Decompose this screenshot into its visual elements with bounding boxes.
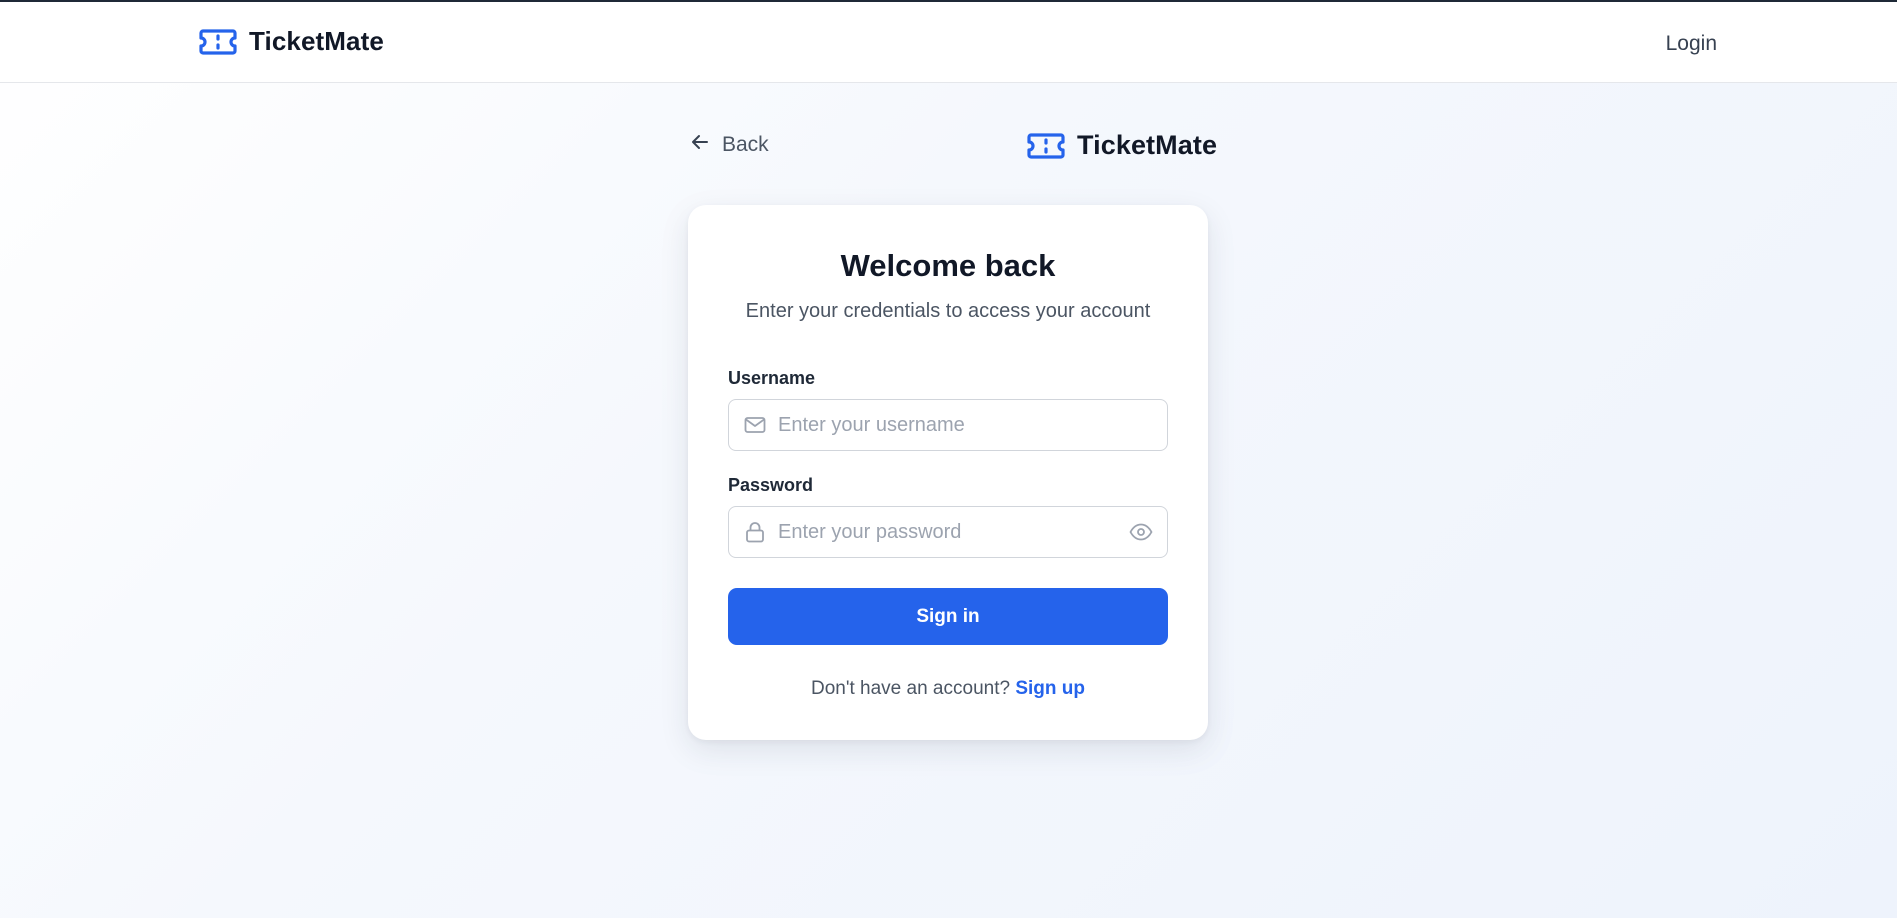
signup-prompt: Don't have an account? <box>811 678 1011 699</box>
top-navbar: TicketMate Login <box>0 2 1897 83</box>
back-label: Back <box>722 133 769 156</box>
password-label: Password <box>728 475 814 495</box>
brand-name: TicketMate <box>249 26 384 56</box>
arrow-left-icon <box>690 132 710 158</box>
navbar-brand[interactable]: TicketMate <box>199 26 384 57</box>
back-link[interactable]: Back <box>690 132 769 158</box>
password-input[interactable] <box>778 508 1118 556</box>
page-subtitle: Enter your credentials to access your ac… <box>745 300 1151 322</box>
nav-login-link[interactable]: Login <box>1666 32 1717 56</box>
sign-in-button[interactable]: Sign in <box>728 588 1168 645</box>
username-label: Username <box>728 368 816 388</box>
eye-icon[interactable] <box>1129 522 1153 547</box>
ticket-icon <box>1027 132 1065 160</box>
mail-icon <box>743 413 767 442</box>
username-field[interactable] <box>728 399 1168 451</box>
sign-up-link[interactable]: Sign up <box>1015 678 1085 699</box>
page-title: Welcome back <box>840 248 1056 283</box>
password-field[interactable] <box>728 506 1168 558</box>
login-card: Welcome back Enter your credentials to a… <box>688 205 1208 740</box>
page-brand: TicketMate <box>1027 130 1217 161</box>
username-input[interactable] <box>778 401 1118 449</box>
signup-row: Don't have an account? Sign up <box>688 678 1208 700</box>
ticket-icon <box>199 28 237 56</box>
brand-name: TicketMate <box>1077 130 1218 160</box>
lock-icon <box>743 520 767 549</box>
